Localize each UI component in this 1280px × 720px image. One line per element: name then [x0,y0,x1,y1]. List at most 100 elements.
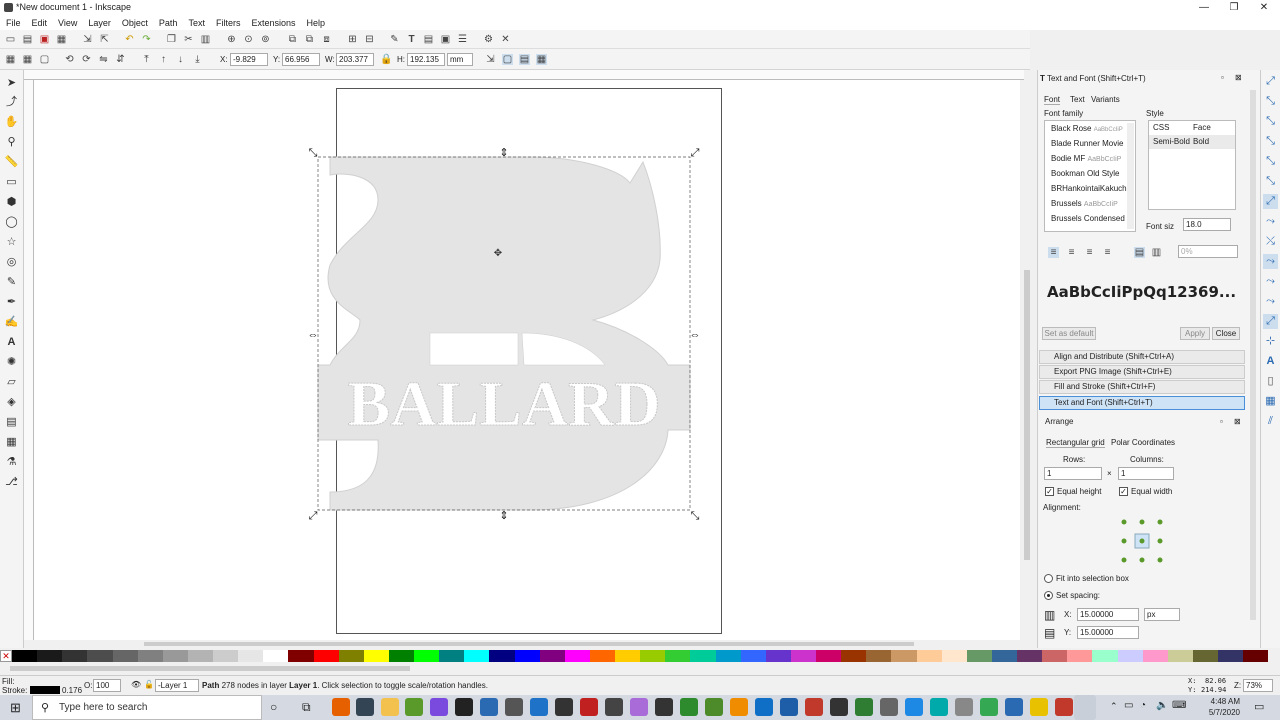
app-icon[interactable] [680,698,698,716]
horizontal-text-icon[interactable]: ▤ [1134,247,1145,258]
task-view-icon[interactable]: ⧉ [302,700,311,715]
font-item[interactable]: Brussels Condensed [1045,211,1135,226]
panel-undock-icon[interactable]: ▫ [1221,73,1224,82]
w-field[interactable]: 203.377 [336,53,374,66]
paint-bucket-tool-icon[interactable]: ◈ [4,395,19,410]
color-swatch[interactable] [841,650,867,662]
no-paint-swatch[interactable]: ✕ [0,650,12,662]
layer-lock-icon[interactable]: 🔓 [144,680,154,689]
color-swatch[interactable] [439,650,465,662]
font-item[interactable]: Bodie MF AaBbCcIiP [1045,151,1135,166]
color-swatch[interactable] [866,650,892,662]
font-item[interactable]: Brussels AaBbCcIiP [1045,196,1135,211]
cut-icon[interactable]: ✂ [183,34,194,45]
objects-icon[interactable]: ▣ [440,34,451,45]
menu-file[interactable]: File [6,18,21,28]
font-list-scrollbar[interactable] [1127,123,1134,229]
dock-scrollbar[interactable] [1250,90,1256,620]
lock-proportions-icon[interactable]: 🔒 [380,54,392,65]
color-swatch[interactable] [62,650,88,662]
zoom-tool-icon[interactable]: ⚲ [4,135,19,150]
tray-overflow-icon[interactable]: ⌃ [1110,701,1118,712]
vertical-scroll-thumb[interactable] [1024,270,1030,560]
zoom-drawing-icon[interactable]: ⊙ [243,34,254,45]
notifications-icon[interactable]: ▭ [1254,700,1264,713]
close-panel-button[interactable]: Close [1212,327,1240,340]
windows-start-icon[interactable]: ⊞ [10,700,21,716]
app-icon[interactable] [930,698,948,716]
clock-date[interactable]: 5/7/2020 [1204,708,1240,717]
app-icon[interactable] [605,698,623,716]
app-icon[interactable] [855,698,873,716]
spiral-tool-icon[interactable]: ◎ [4,255,19,270]
menu-path[interactable]: Path [159,18,178,28]
app-icon[interactable] [1055,698,1073,716]
menu-text[interactable]: Text [188,18,205,28]
menu-edit[interactable]: Edit [32,18,48,28]
color-swatch[interactable] [665,650,691,662]
text-font-panel-tab-header[interactable]: Text and Font (Shift+Ctrl+T) [1039,396,1245,410]
ellipse-tool-icon[interactable]: ◯ [4,215,19,230]
preferences-icon[interactable]: ⚙ [483,34,494,45]
snap-bbox-corner-icon[interactable]: ⤡ [1263,134,1278,149]
app-icon[interactable] [530,698,548,716]
color-swatch[interactable] [213,650,239,662]
color-swatch[interactable] [363,650,389,662]
snap-page-border-icon[interactable]: ▯ [1263,374,1278,389]
menu-view[interactable]: View [58,18,77,28]
tray-icon[interactable]: ◔ [1140,700,1146,711]
snap-smooth-nodes-icon[interactable]: ⤳ [1263,274,1278,289]
app-icon[interactable] [730,698,748,716]
lower-icon[interactable]: ↓ [175,54,186,65]
color-swatch[interactable] [112,650,138,662]
connector-tool-icon[interactable]: ⎇ [4,475,19,490]
snap-grid-icon[interactable]: ▦ [1263,394,1278,409]
x-field[interactable]: -9.829 [230,53,268,66]
color-swatch[interactable] [313,650,339,662]
fit-into-radio[interactable] [1044,574,1053,583]
snap-bbox-midpoint-icon[interactable]: ⤡ [1263,154,1278,169]
tab-polar-coordinates[interactable]: Polar Coordinates [1111,438,1175,447]
mesh-tool-icon[interactable]: ▦ [4,435,19,450]
clone-icon[interactable]: ⧉ [304,34,315,45]
color-swatch[interactable] [615,650,641,662]
dropper-tool-icon[interactable]: ⚗ [4,455,19,470]
vertical-scrollbar[interactable] [1022,80,1032,640]
color-swatch[interactable] [1017,650,1043,662]
pencil-tool-icon[interactable]: ✎ [4,275,19,290]
volume-icon[interactable]: 🔈 [1156,700,1168,711]
menu-layer[interactable]: Layer [88,18,111,28]
cortana-icon[interactable]: ○ [270,700,277,714]
rotate-ccw-icon[interactable]: ⟲ [64,54,75,65]
save-icon[interactable]: ▣ [39,34,50,45]
color-palette[interactable] [12,650,1269,662]
color-swatch[interactable] [263,650,289,662]
app-icon[interactable] [705,698,723,716]
color-swatch[interactable] [187,650,213,662]
color-swatch[interactable] [1192,650,1218,662]
snap-centers-icon[interactable]: ⤢ [1263,314,1278,329]
app-icon[interactable] [405,698,423,716]
rows-field[interactable]: 1 [1044,467,1102,480]
snap-guides-icon[interactable]: ⫽ [1263,414,1278,429]
color-swatch[interactable] [388,650,414,662]
color-swatch[interactable] [941,650,967,662]
layer-visibility-icon[interactable]: 👁 [131,680,141,689]
color-swatch[interactable] [137,650,163,662]
align-justify-icon[interactable]: ≡ [1102,247,1113,258]
font-family-list[interactable]: Black Rose AaBbCcIiP Blade Runner Movie … [1044,120,1136,232]
spacing-unit-select[interactable]: px [1144,608,1180,621]
align-center-icon[interactable]: ≡ [1066,247,1077,258]
snap-nodes-icon[interactable]: ⤢ [1263,194,1278,209]
color-swatch[interactable] [589,650,615,662]
zoom-field[interactable]: 73% [1243,679,1273,692]
app-icon[interactable] [830,698,848,716]
spray-tool-icon[interactable]: ✺ [4,355,19,370]
color-swatch[interactable] [991,650,1017,662]
snap-paths-icon[interactable]: ⤳ [1263,214,1278,229]
minimize-button[interactable]: — [1188,0,1220,15]
palette-scroll-thumb[interactable] [10,666,410,671]
move-gradients-icon[interactable]: ▤ [519,54,530,65]
menu-object[interactable]: Object [122,18,148,28]
node-tool-icon[interactable]: ⤴ [4,95,19,110]
